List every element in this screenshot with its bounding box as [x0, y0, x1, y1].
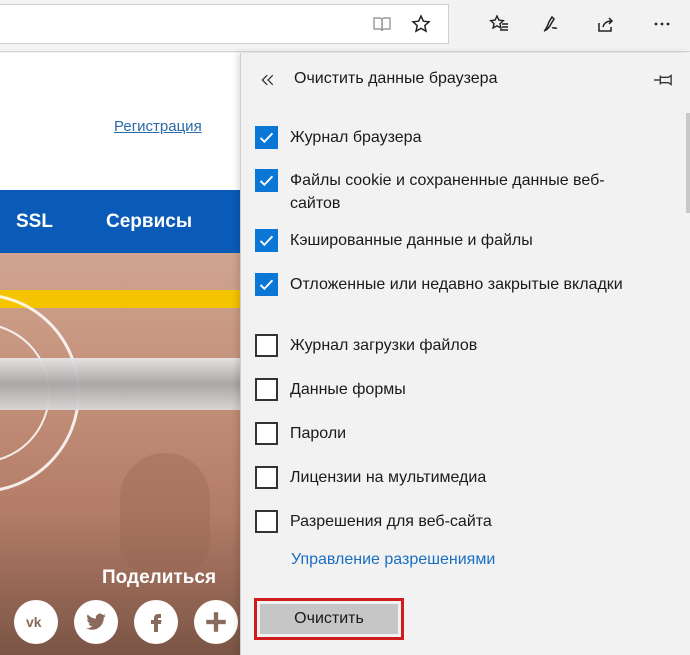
more-icon[interactable] [646, 8, 678, 40]
checkbox-label: Журнал загрузки файлов [290, 337, 478, 354]
checkbox-checked[interactable] [255, 169, 278, 192]
checkbox-row[interactable]: Журнал браузера [255, 126, 650, 149]
plus-icon[interactable] [194, 600, 238, 644]
checkbox-unchecked[interactable] [255, 422, 278, 445]
checkbox-label: Лицензии на мультимедиа [290, 469, 487, 486]
checkbox-label: Пароли [290, 425, 347, 442]
web-page-content: Регистрация SSL Сервисы Поделиться vk [0, 53, 240, 655]
face-shading [120, 453, 210, 573]
hero-image: Поделиться vk [0, 253, 240, 655]
checkbox-row[interactable]: Разрешения для веб-сайта [255, 510, 650, 533]
reading-view-icon[interactable] [366, 8, 398, 40]
register-link[interactable]: Регистрация [114, 118, 202, 135]
checkbox-label: Данные формы [290, 381, 406, 398]
web-note-icon[interactable] [535, 8, 567, 40]
clear-browsing-data-panel: Очистить данные браузера Журнал браузера… [240, 53, 690, 655]
checkmark-icon [259, 235, 274, 247]
visor-glasses [0, 358, 240, 410]
checkbox-checked[interactable] [255, 229, 278, 252]
vk-icon[interactable]: vk [14, 600, 58, 644]
checkbox-row[interactable]: Кэшированные данные и файлы [255, 229, 650, 252]
share-label: Поделиться [102, 567, 217, 588]
checkbox-row[interactable]: Пароли [255, 422, 650, 445]
checkbox-row[interactable]: Журнал загрузки файлов [255, 334, 650, 357]
nav-item-services[interactable]: Сервисы [106, 211, 192, 233]
share-icon[interactable] [590, 8, 622, 40]
checkmark-icon [259, 279, 274, 291]
accent-bar [0, 290, 240, 308]
favorites-hub-icon[interactable] [483, 8, 515, 40]
checkbox-unchecked[interactable] [255, 334, 278, 357]
checkbox-unchecked[interactable] [255, 510, 278, 533]
checkbox-label: Файлы cookie и сохраненные данные веб-са… [290, 172, 605, 212]
panel-title: Очистить данные браузера [294, 70, 498, 87]
clear-button-highlight: Очистить [254, 598, 404, 640]
checkbox-unchecked[interactable] [255, 378, 278, 401]
checkbox-label: Журнал браузера [290, 129, 422, 146]
browser-toolbar [0, 0, 690, 52]
checkbox-checked[interactable] [255, 273, 278, 296]
checkbox-label: Разрешения для веб-сайта [290, 513, 492, 530]
panel-header: Очистить данные браузера [241, 53, 690, 108]
manage-permissions-link[interactable]: Управление разрешениями [291, 551, 495, 569]
checkbox-row[interactable]: Лицензии на мультимедиа [255, 466, 650, 489]
checkmark-icon [259, 132, 274, 144]
checkmark-icon [259, 175, 274, 187]
checkbox-row[interactable]: Файлы cookie и сохраненные данные веб-са… [255, 169, 650, 215]
facebook-icon[interactable] [134, 600, 178, 644]
checkbox-row[interactable]: Данные формы [255, 378, 650, 401]
checkbox-unchecked[interactable] [255, 466, 278, 489]
checkbox-row[interactable]: Отложенные или недавно закрытые вкладки [255, 273, 650, 296]
checkbox-checked[interactable] [255, 126, 278, 149]
clear-button[interactable]: Очистить [260, 604, 398, 634]
pin-icon[interactable] [651, 69, 675, 91]
site-navbar: SSL Сервисы [0, 190, 240, 253]
favorite-star-icon[interactable] [405, 8, 437, 40]
checkbox-label: Кэшированные данные и файлы [290, 232, 533, 249]
svg-text:vk: vk [26, 614, 42, 630]
panel-scrollbar[interactable] [686, 113, 690, 213]
twitter-icon[interactable] [74, 600, 118, 644]
checkbox-label: Отложенные или недавно закрытые вкладки [290, 276, 623, 293]
nav-item-ssl[interactable]: SSL [16, 211, 53, 233]
double-chevron-left-icon[interactable] [257, 69, 279, 91]
